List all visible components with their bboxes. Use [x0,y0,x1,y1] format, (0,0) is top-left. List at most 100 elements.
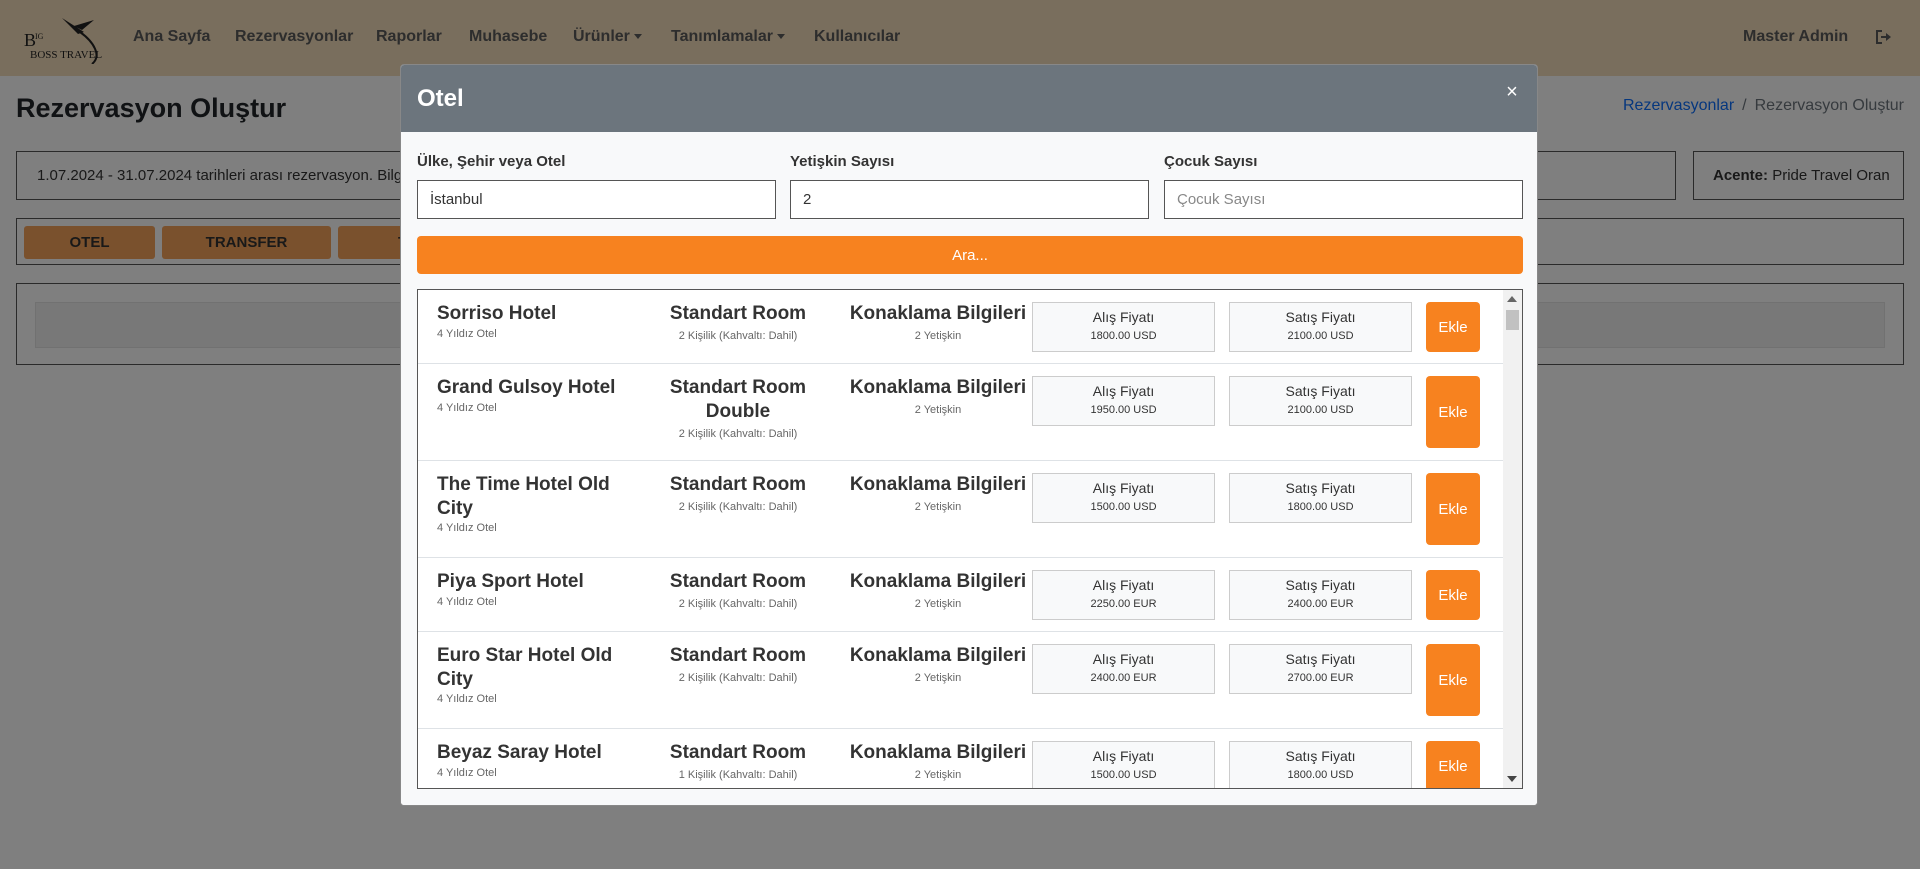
sell-price-box: Satış Fiyatı 2100.00 USD [1229,376,1412,426]
add-button[interactable]: Ekle [1426,376,1480,448]
accommodation-detail: 2 Yetişkin [914,598,962,610]
results-rows: Sorriso Hotel 4 Yıldız Otel Standart Room 2… [418,290,1503,788]
buy-price-box: Alış Fiyatı 1800.00 USD [1032,302,1215,352]
search-button[interactable]: Ara... [417,236,1523,274]
accommodation-title: Konaklama Bilgileri [849,377,1027,398]
accommodation-title: Konaklama Bilgileri [849,645,1027,666]
hotel-name: Beyaz Saray Hotel [437,742,602,763]
room-name: Standart Room Double [669,377,807,422]
hotel-stars: 4 Yıldız Otel [437,522,497,534]
buy-price-value: 1950.00 USD [1090,404,1157,416]
sell-price-value: 2100.00 USD [1287,330,1354,342]
buy-price-value: 1500.00 USD [1090,501,1157,513]
room-info: Standart Room 2 Kişilik (Kahvaltı: Dahil) [648,644,828,684]
hotel-stars: 4 Yıldız Otel [437,767,497,779]
hotel-result-row: Beyaz Saray Hotel 4 Yıldız Otel Standart R… [418,729,1503,788]
room-name: Standart Room [669,303,807,324]
sell-price-label: Satış Fiyatı [1285,577,1356,593]
accommodation-title: Konaklama Bilgileri [849,742,1027,763]
buy-price-label: Alış Fiyatı [1092,309,1155,325]
room-detail: 2 Kişilik (Kahvaltı: Dahil) [678,672,798,684]
results-scrollbar[interactable] [1503,290,1522,788]
buy-price-value: 1800.00 USD [1090,330,1157,342]
buy-price-box: Alış Fiyatı 1500.00 USD [1032,741,1215,788]
sell-price-box: Satış Fiyatı 1800.00 USD [1229,741,1412,788]
adults-label: Yetişkin Sayısı [790,153,895,170]
accommodation-detail: 2 Yetişkin [914,769,962,781]
buy-price-value: 2400.00 EUR [1090,672,1157,684]
buy-price-label: Alış Fiyatı [1092,748,1155,764]
buy-price-box: Alış Fiyatı 2250.00 EUR [1032,570,1215,620]
hotel-stars: 4 Yıldız Otel [437,693,497,705]
hotel-modal: Otel × Ülke, Şehir veya Otel Yetişkin Sa… [400,64,1538,806]
modal-header: Otel × [401,65,1537,132]
children-label: Çocuk Sayısı [1164,153,1258,170]
room-name: Standart Room [669,571,807,592]
room-detail: 2 Kişilik (Kahvaltı: Dahil) [678,501,798,513]
hotel-name: Piya Sport Hotel [437,571,584,592]
add-button[interactable]: Ekle [1426,302,1480,352]
buy-price-label: Alış Fiyatı [1092,651,1155,667]
sell-price-label: Satış Fiyatı [1285,383,1356,399]
room-detail: 2 Kişilik (Kahvaltı: Dahil) [678,428,798,440]
adults-input[interactable] [790,180,1149,219]
hotel-result-row: Grand Gulsoy Hotel 4 Yıldız Otel Standart … [418,364,1503,461]
buy-price-label: Alış Fiyatı [1092,383,1155,399]
location-input[interactable] [417,180,776,219]
accommodation-detail: 2 Yetişkin [914,404,962,416]
sell-price-value: 1800.00 USD [1287,769,1354,781]
buy-price-label: Alış Fiyatı [1092,577,1155,593]
scroll-down-arrow-icon[interactable] [1507,776,1517,782]
hotel-result-row: The Time Hotel Old City 4 Yıldız Otel Stan… [418,461,1503,558]
accommodation-info: Konaklama Bilgileri 2 Yetişkin [838,741,1038,781]
hotel-name: Euro Star Hotel Old City [437,645,613,690]
close-icon[interactable]: × [1501,81,1523,103]
modal-title: Otel [417,85,464,112]
hotel-stars: 4 Yıldız Otel [437,596,497,608]
room-name: Standart Room [669,742,807,763]
hotel-stars: 4 Yıldız Otel [437,402,497,414]
sell-price-value: 1800.00 USD [1287,501,1354,513]
sell-price-box: Satış Fiyatı 2700.00 EUR [1229,644,1412,694]
accommodation-info: Konaklama Bilgileri 2 Yetişkin [838,302,1038,342]
accommodation-title: Konaklama Bilgileri [849,303,1027,324]
room-info: Standart Room 2 Kişilik (Kahvaltı: Dahil) [648,302,828,342]
hotel-name: Grand Gulsoy Hotel [437,377,616,398]
sell-price-value: 2100.00 USD [1287,404,1354,416]
accommodation-info: Konaklama Bilgileri 2 Yetişkin [838,473,1038,513]
accommodation-detail: 2 Yetişkin [914,672,962,684]
sell-price-label: Satış Fiyatı [1285,309,1356,325]
buy-price-box: Alış Fiyatı 2400.00 EUR [1032,644,1215,694]
hotel-results-list: Sorriso Hotel 4 Yıldız Otel Standart Room 2… [417,289,1523,789]
children-input[interactable] [1164,180,1523,219]
add-button[interactable]: Ekle [1426,473,1480,545]
buy-price-value: 2250.00 EUR [1090,598,1157,610]
room-detail: 1 Kişilik (Kahvaltı: Dahil) [678,769,798,781]
accommodation-detail: 2 Yetişkin [914,501,962,513]
room-info: Standart Room 1 Kişilik (Kahvaltı: Dahil) [648,741,828,781]
buy-price-value: 1500.00 USD [1090,769,1157,781]
scroll-up-arrow-icon[interactable] [1507,296,1517,302]
hotel-stars: 4 Yıldız Otel [437,328,497,340]
sell-price-box: Satış Fiyatı 2100.00 USD [1229,302,1412,352]
sell-price-box: Satış Fiyatı 1800.00 USD [1229,473,1412,523]
buy-price-box: Alış Fiyatı 1500.00 USD [1032,473,1215,523]
scroll-thumb[interactable] [1506,310,1519,330]
add-button[interactable]: Ekle [1426,570,1480,620]
add-button[interactable]: Ekle [1426,741,1480,788]
accommodation-detail: 2 Yetişkin [914,330,962,342]
room-detail: 2 Kişilik (Kahvaltı: Dahil) [678,598,798,610]
room-detail: 2 Kişilik (Kahvaltı: Dahil) [678,330,798,342]
room-info: Standart Room Double 2 Kişilik (Kahvaltı:… [648,376,828,440]
buy-price-label: Alış Fiyatı [1092,480,1155,496]
add-button[interactable]: Ekle [1426,644,1480,716]
hotel-name: The Time Hotel Old City [437,474,610,519]
sell-price-box: Satış Fiyatı 2400.00 EUR [1229,570,1412,620]
hotel-name: Sorriso Hotel [437,303,557,324]
room-name: Standart Room [669,474,807,495]
accommodation-info: Konaklama Bilgileri 2 Yetişkin [838,376,1038,416]
buy-price-box: Alış Fiyatı 1950.00 USD [1032,376,1215,426]
accommodation-title: Konaklama Bilgileri [849,474,1027,495]
sell-price-label: Satış Fiyatı [1285,480,1356,496]
room-info: Standart Room 2 Kişilik (Kahvaltı: Dahil) [648,473,828,513]
